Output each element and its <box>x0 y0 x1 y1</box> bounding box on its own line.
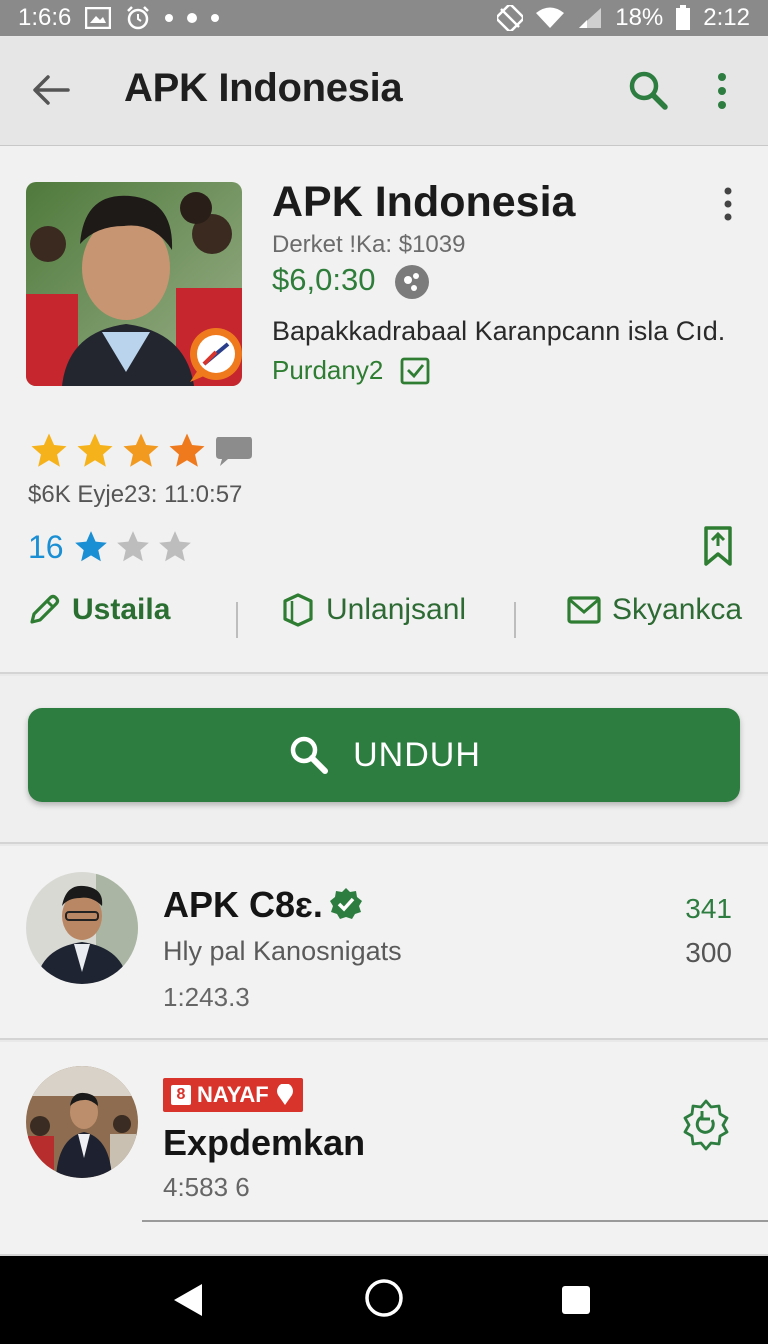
category-tag: 8 NAYAF <box>163 1078 303 1112</box>
item-stat-bottom: 300 <box>685 937 732 968</box>
star-icon <box>166 430 208 472</box>
alarm-icon <box>127 6 150 30</box>
notification-dot-icon <box>211 14 220 22</box>
nav-recents-icon[interactable] <box>560 1284 592 1316</box>
search-icon[interactable] <box>626 68 670 112</box>
comment-icon[interactable] <box>214 433 254 469</box>
star-filled-icon[interactable] <box>72 528 110 566</box>
wifi-icon <box>536 7 565 28</box>
bookmark-icon[interactable] <box>700 526 736 566</box>
item-stat-top: 341 <box>685 893 732 924</box>
item-title: APK C8ɛ. <box>163 884 323 925</box>
small-rating: 16 <box>28 528 194 566</box>
action-unlanjsanl[interactable]: Unlanjsanl <box>280 592 466 628</box>
action-skyankca[interactable]: Skyankca <box>566 592 742 628</box>
status-clock: 2:12 <box>703 4 750 31</box>
download-button[interactable]: UNDUH <box>28 708 740 802</box>
avatar <box>26 872 138 984</box>
system-nav-bar <box>0 1256 768 1344</box>
gallery-icon <box>85 7 112 29</box>
star-empty-icon[interactable] <box>156 528 194 566</box>
divider <box>142 1220 768 1222</box>
review-meta: $6K Eyje23: 11:0:57 <box>28 481 243 508</box>
mute-icon <box>497 5 524 31</box>
avatar <box>26 1066 138 1178</box>
tag-number: 8 <box>171 1085 191 1105</box>
status-bar: 1:6:6 18% 2:12 <box>0 0 768 36</box>
star-empty-icon[interactable] <box>114 528 152 566</box>
rating-count: 16 <box>28 528 64 565</box>
nav-back-icon[interactable] <box>170 1282 206 1318</box>
item-meta: 4:583 6 <box>163 1172 250 1202</box>
tag-label: NAYAF <box>197 1082 269 1107</box>
nav-home-icon[interactable] <box>364 1278 404 1318</box>
item-subtitle: Hly pal Kanosnigats <box>163 936 402 966</box>
app-bar-title: APK Indonesia <box>124 66 403 110</box>
battery-percent: 18% <box>615 4 664 31</box>
refresh-badge-icon[interactable] <box>680 1098 732 1152</box>
verified-badge-icon <box>330 888 362 919</box>
star-icon <box>120 430 162 472</box>
purchase-link[interactable]: Purdany2 <box>272 355 383 386</box>
star-icon <box>28 430 70 472</box>
overflow-menu-icon[interactable] <box>714 72 730 112</box>
status-left-time: 1:6:6 <box>18 4 72 31</box>
download-label: UNDUH <box>353 735 481 774</box>
notification-dot-icon <box>165 14 174 22</box>
item-title: Expdemkan <box>163 1122 366 1163</box>
app-title: APK Indonesia <box>272 178 576 226</box>
divider <box>236 602 238 638</box>
card-overflow-menu-icon[interactable] <box>716 186 740 222</box>
mail-icon <box>567 596 601 624</box>
action-label: Unlanjsanl <box>326 593 467 626</box>
developer-line: Derket !Ka: $1039 <box>272 231 466 258</box>
star-icon <box>74 430 116 472</box>
app-description: Bapakkadrabaal Karanpcann isla Cıd. <box>272 316 726 346</box>
mail-check-icon[interactable] <box>400 356 430 386</box>
rating-stars <box>28 430 254 472</box>
action-ustaila[interactable]: Ustaila <box>26 592 170 628</box>
battery-icon <box>676 5 691 30</box>
action-label: Ustaila <box>72 593 171 626</box>
shield-icon <box>283 593 313 627</box>
location-pin-icon <box>276 1084 293 1105</box>
action-label: Skyankca <box>612 593 743 626</box>
compass-badge-icon <box>190 328 242 382</box>
action-row: Ustaila Unlanjsanl Skyankca <box>0 592 768 648</box>
search-icon <box>290 736 329 774</box>
notification-dot-icon <box>187 13 198 23</box>
app-price: $6,0:30 <box>272 262 376 297</box>
back-arrow-icon[interactable] <box>28 68 72 112</box>
info-dot-icon[interactable] <box>394 264 430 300</box>
divider <box>514 602 516 638</box>
pencil-icon <box>30 594 60 624</box>
signal-icon <box>579 8 602 28</box>
item-meta: 1:243.3 <box>163 982 250 1012</box>
